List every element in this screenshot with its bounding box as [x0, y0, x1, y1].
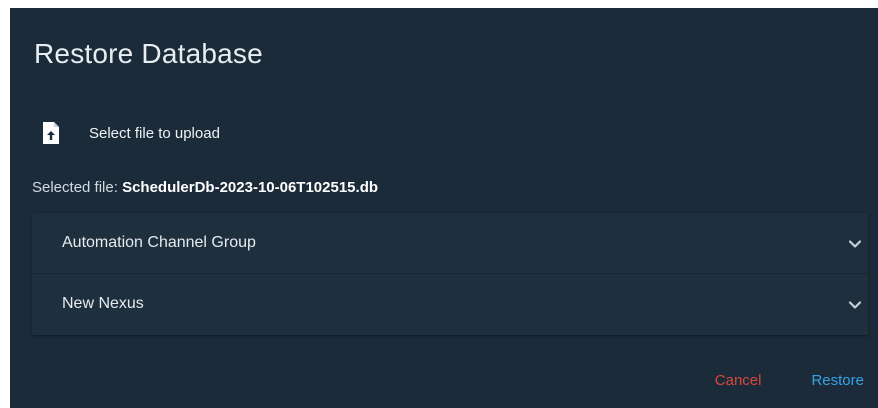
selected-file-info: Selected file: SchedulerDb-2023-10-06T10…: [32, 179, 378, 196]
panel-automation-channel-group[interactable]: Automation Channel Group: [32, 213, 868, 273]
panel-new-nexus[interactable]: New Nexus: [32, 273, 868, 333]
selected-file-prefix: Selected file:: [32, 179, 123, 196]
selected-file-name: SchedulerDb-2023-10-06T102515.db: [122, 179, 379, 196]
cancel-button[interactable]: Cancel: [715, 372, 762, 389]
chevron-down-icon[interactable]: [848, 298, 862, 312]
chevron-down-icon[interactable]: [848, 237, 862, 251]
dialog-actions: Cancel Restore: [715, 372, 864, 389]
dialog-title: Restore Database: [34, 38, 263, 69]
panel-label: Automation Channel Group: [62, 234, 256, 251]
select-file-button[interactable]: Select file to upload: [40, 118, 220, 148]
select-file-label: Select file to upload: [89, 124, 220, 142]
file-upload-icon: [40, 120, 62, 146]
panel-label: New Nexus: [62, 294, 144, 312]
restore-button[interactable]: Restore: [811, 372, 864, 389]
expansion-panels: Automation Channel Group New Nexus: [32, 213, 868, 335]
restore-database-dialog: Restore Database Select file to upload S…: [10, 8, 878, 408]
